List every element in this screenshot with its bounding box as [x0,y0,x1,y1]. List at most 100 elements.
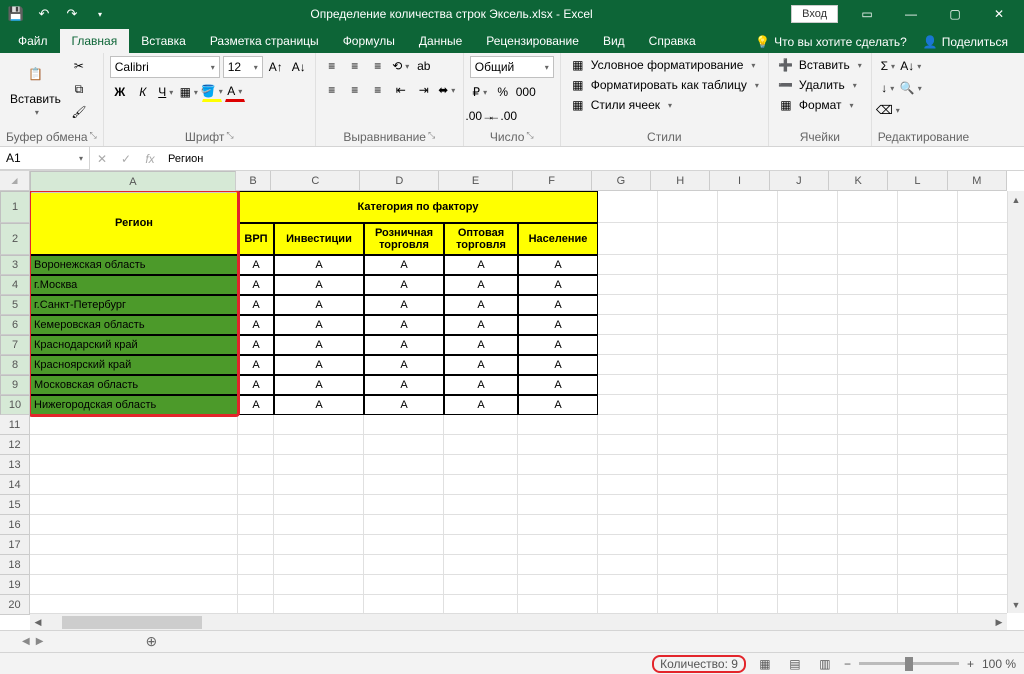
cell[interactable] [958,595,1007,613]
inc-decimal-icon[interactable]: .00→ [470,106,490,126]
cell[interactable] [598,535,658,555]
cell[interactable] [274,595,364,613]
cell[interactable] [444,475,518,495]
scroll-left-icon[interactable]: ◀ [30,614,46,631]
cell-value[interactable]: A [274,315,364,335]
cell[interactable] [838,455,898,475]
page-break-view-icon[interactable]: ▥ [814,655,836,673]
col-header-D[interactable]: D [360,171,439,191]
tab-review[interactable]: Рецензирование [474,29,591,53]
cell[interactable] [598,255,658,275]
cell[interactable] [958,495,1007,515]
merge-icon[interactable]: ⬌▾ [437,80,457,100]
autosum-icon[interactable]: Σ▾ [878,56,898,76]
cell[interactable] [598,495,658,515]
font-size-select[interactable]: 12▾ [223,56,263,78]
cell[interactable] [444,555,518,575]
scroll-right-icon[interactable]: ▶ [991,614,1007,631]
cell[interactable] [838,495,898,515]
col-header-I[interactable]: I [710,171,769,191]
cell[interactable] [898,255,958,275]
cell[interactable] [958,575,1007,595]
cell[interactable] [718,535,778,555]
cell-value[interactable]: A [518,335,598,355]
cell[interactable] [778,555,838,575]
col-header-C[interactable]: C [271,171,360,191]
cell[interactable] [444,495,518,515]
row-header-13[interactable]: 13 [0,455,30,475]
cell[interactable] [238,475,274,495]
cell[interactable] [364,415,444,435]
cell[interactable] [518,595,598,613]
row-header-12[interactable]: 12 [0,435,30,455]
cell[interactable] [778,295,838,315]
cell-value[interactable]: A [364,275,444,295]
copy-icon[interactable]: ⧉ [69,79,89,99]
cell[interactable] [444,435,518,455]
cell-region[interactable]: Нижегородская область [30,395,238,415]
cell[interactable] [838,223,898,255]
cell[interactable] [30,535,238,555]
cell[interactable] [958,315,1007,335]
cell[interactable] [718,375,778,395]
cell[interactable] [444,595,518,613]
row-header-17[interactable]: 17 [0,535,30,555]
cell[interactable] [778,395,838,415]
align-left-icon[interactable]: ≡ [322,80,342,100]
cell[interactable] [598,595,658,613]
zoom-level[interactable]: 100 % [982,657,1016,671]
cell-value[interactable]: A [238,275,274,295]
cell[interactable] [658,295,718,315]
cell[interactable] [598,275,658,295]
cell[interactable] [898,555,958,575]
cell[interactable] [958,515,1007,535]
font-name-select[interactable]: Calibri▾ [110,56,220,78]
cell[interactable] [364,495,444,515]
cell[interactable] [898,455,958,475]
cell[interactable] [364,435,444,455]
align-top-icon[interactable]: ≡ [322,56,342,76]
launcher-icon[interactable]: ⤡ [526,130,533,144]
row-header-14[interactable]: 14 [0,475,30,495]
cell-header-inv[interactable]: Инвестиции [274,223,364,255]
cell[interactable] [444,535,518,555]
cell[interactable] [658,575,718,595]
cell[interactable] [598,575,658,595]
cell[interactable] [364,575,444,595]
cell-value[interactable]: A [518,375,598,395]
cell[interactable] [838,255,898,275]
cells-area[interactable]: РегионКатегория по факторуВРПИнвестицииР… [30,191,1007,613]
cell[interactable] [778,223,838,255]
cell[interactable] [658,355,718,375]
indent-dec-icon[interactable]: ⇤ [391,80,411,100]
wrap-text-icon[interactable]: ab [414,56,434,76]
tab-data[interactable]: Данные [407,29,474,53]
col-header-L[interactable]: L [888,171,947,191]
hscroll-thumb[interactable] [62,616,202,629]
cell[interactable] [778,475,838,495]
col-header-M[interactable]: M [948,171,1007,191]
col-header-B[interactable]: B [236,171,272,191]
border-icon[interactable]: ▦▾ [179,82,199,102]
cell-value[interactable]: A [518,295,598,315]
cell[interactable] [958,223,1007,255]
cell[interactable] [778,535,838,555]
cell[interactable] [838,395,898,415]
cell[interactable] [658,191,718,223]
cell[interactable] [778,375,838,395]
cell[interactable] [718,295,778,315]
cell[interactable] [518,575,598,595]
cell[interactable] [898,415,958,435]
cell[interactable] [958,375,1007,395]
cell-value[interactable]: A [364,295,444,315]
cell-value[interactable]: A [444,275,518,295]
cell-value[interactable]: A [518,355,598,375]
cell[interactable] [958,435,1007,455]
align-middle-icon[interactable]: ≡ [345,56,365,76]
cell[interactable] [958,335,1007,355]
cell[interactable] [274,555,364,575]
cell[interactable] [444,455,518,475]
row-header-5[interactable]: 5 [0,295,30,315]
cell[interactable] [718,395,778,415]
cell[interactable] [778,595,838,613]
